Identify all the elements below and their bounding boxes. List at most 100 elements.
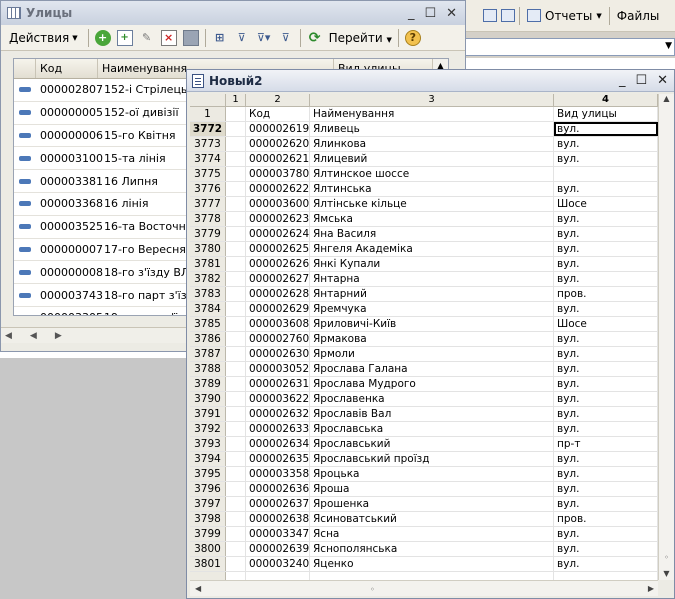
chevron-down-icon[interactable]: ▼ bbox=[665, 41, 672, 51]
row-number[interactable]: 3790 bbox=[190, 392, 226, 406]
cell-kind[interactable]: вул. bbox=[554, 302, 658, 316]
copy-icon[interactable]: + bbox=[116, 29, 133, 46]
cell-name[interactable]: Янтарний bbox=[310, 287, 554, 301]
cell[interactable] bbox=[310, 572, 554, 580]
close-icon[interactable]: ✕ bbox=[657, 73, 668, 88]
cell-kind[interactable]: пров. bbox=[554, 287, 658, 301]
row-number[interactable]: 3779 bbox=[190, 227, 226, 241]
cell-kind[interactable]: вул. bbox=[554, 227, 658, 241]
row-number[interactable]: 3799 bbox=[190, 527, 226, 541]
cell-code[interactable]: 000002630 bbox=[246, 347, 310, 361]
row-number[interactable]: 1 bbox=[190, 107, 226, 121]
cell[interactable] bbox=[226, 122, 246, 136]
horizontal-scrollbar[interactable]: ◀ ◦ ▶ bbox=[190, 580, 658, 596]
header-code[interactable]: Код bbox=[36, 59, 98, 78]
column-number[interactable]: 1 bbox=[226, 94, 246, 106]
cell-code[interactable]: 000002637 bbox=[246, 497, 310, 511]
scroll-left-icon[interactable]: ◀ bbox=[195, 584, 201, 593]
minimize-icon[interactable]: _ bbox=[408, 6, 415, 21]
cell-code[interactable]: 000003608 bbox=[246, 317, 310, 331]
cell[interactable] bbox=[226, 527, 246, 541]
cell-kind[interactable]: вул. bbox=[554, 152, 658, 166]
cell-name[interactable]: Ярослава Мудрого bbox=[310, 377, 554, 391]
clear-filter-icon[interactable]: ⊽ bbox=[278, 30, 294, 46]
cell-kind[interactable] bbox=[554, 167, 658, 181]
cell-name[interactable]: Ярославська bbox=[310, 422, 554, 436]
row-number[interactable] bbox=[190, 572, 226, 580]
cell-kind[interactable]: вул. bbox=[554, 332, 658, 346]
cell-name[interactable]: Яценко bbox=[310, 557, 554, 571]
row-number[interactable]: 3777 bbox=[190, 197, 226, 211]
cell[interactable] bbox=[554, 572, 658, 580]
cell-name[interactable]: Ярмакова bbox=[310, 332, 554, 346]
row-number[interactable]: 3778 bbox=[190, 212, 226, 226]
row-number[interactable]: 3798 bbox=[190, 512, 226, 526]
scroll-thumb-icon[interactable]: ◦ bbox=[659, 553, 674, 562]
cell-code[interactable]: 000002629 bbox=[246, 302, 310, 316]
cell-name[interactable]: Яна Василя bbox=[310, 227, 554, 241]
cell[interactable] bbox=[226, 272, 246, 286]
column-number[interactable]: 4 bbox=[554, 94, 658, 106]
cell-kind[interactable]: вул. bbox=[554, 557, 658, 571]
cell-code[interactable]: 000002633 bbox=[246, 422, 310, 436]
cell-code[interactable]: 000003600 bbox=[246, 197, 310, 211]
maximize-icon[interactable]: ☐ bbox=[635, 73, 647, 88]
cell-code[interactable]: 000002624 bbox=[246, 227, 310, 241]
row-number[interactable]: 3780 bbox=[190, 242, 226, 256]
filter-icon[interactable]: ⊽ bbox=[234, 30, 250, 46]
cell-code[interactable]: 000002626 bbox=[246, 257, 310, 271]
spreadsheet-window-titlebar[interactable]: Новый2 _ ☐ ✕ bbox=[187, 70, 674, 92]
cell-code[interactable]: 000002628 bbox=[246, 287, 310, 301]
cell-code[interactable]: 000002631 bbox=[246, 377, 310, 391]
scroll-right-icon[interactable]: ▶ bbox=[648, 584, 654, 593]
cell-kind[interactable]: вул. bbox=[554, 377, 658, 391]
cell[interactable] bbox=[226, 512, 246, 526]
scroll-left-icon[interactable]: ◀ bbox=[30, 331, 37, 341]
files-menu[interactable]: Файлы bbox=[614, 9, 663, 23]
cell-name[interactable]: Ярославів Вал bbox=[310, 407, 554, 421]
row-number[interactable]: 3781 bbox=[190, 257, 226, 271]
cell-code[interactable]: 000002760 bbox=[246, 332, 310, 346]
cell[interactable] bbox=[226, 347, 246, 361]
cell-kind[interactable]: вул. bbox=[554, 497, 658, 511]
vertical-scrollbar[interactable]: ▲ ◦ ▼ bbox=[658, 94, 674, 580]
refresh-icon[interactable]: ⟳ bbox=[307, 30, 323, 46]
cell[interactable] bbox=[226, 422, 246, 436]
cell-kind[interactable]: вул. bbox=[554, 272, 658, 286]
cell-kind[interactable]: вул. bbox=[554, 392, 658, 406]
cell-kind[interactable]: пр-т bbox=[554, 437, 658, 451]
cell[interactable] bbox=[226, 152, 246, 166]
cell[interactable] bbox=[226, 302, 246, 316]
row-number[interactable]: 3797 bbox=[190, 497, 226, 511]
cell-kind[interactable]: вул. bbox=[554, 542, 658, 556]
cell-name[interactable]: Ялтінське кільце bbox=[310, 197, 554, 211]
row-number[interactable]: 3789 bbox=[190, 377, 226, 391]
row-number[interactable]: 3791 bbox=[190, 407, 226, 421]
scroll-right-icon[interactable]: ▶ bbox=[55, 331, 62, 341]
cell[interactable] bbox=[226, 317, 246, 331]
save-icon[interactable] bbox=[182, 29, 199, 46]
cell-kind[interactable]: вул. bbox=[554, 467, 658, 481]
cell[interactable] bbox=[226, 377, 246, 391]
corner-cell[interactable] bbox=[190, 94, 226, 106]
row-number[interactable]: 3796 bbox=[190, 482, 226, 496]
cell-code[interactable]: 000002620 bbox=[246, 137, 310, 151]
cell-name[interactable]: Ярославський bbox=[310, 437, 554, 451]
cell[interactable] bbox=[226, 482, 246, 496]
cell-kind[interactable]: вул. bbox=[554, 257, 658, 271]
row-number[interactable]: 3801 bbox=[190, 557, 226, 571]
cell-kind[interactable]: вул. bbox=[554, 347, 658, 361]
column-number[interactable]: 3 bbox=[310, 94, 554, 106]
cell[interactable] bbox=[226, 107, 246, 121]
cell-name[interactable]: Яроша bbox=[310, 482, 554, 496]
row-number[interactable]: 3800 bbox=[190, 542, 226, 556]
cell-code[interactable]: 000003358 bbox=[246, 467, 310, 481]
cell[interactable] bbox=[226, 542, 246, 556]
cell-code[interactable]: 000002621 bbox=[246, 152, 310, 166]
cell-name[interactable]: Янкі Купали bbox=[310, 257, 554, 271]
cell-kind[interactable]: вул. bbox=[554, 527, 658, 541]
cell-name[interactable]: Яроцька bbox=[310, 467, 554, 481]
cell-kind[interactable]: вул. bbox=[554, 137, 658, 151]
cell[interactable] bbox=[226, 332, 246, 346]
row-number[interactable]: 3784 bbox=[190, 302, 226, 316]
